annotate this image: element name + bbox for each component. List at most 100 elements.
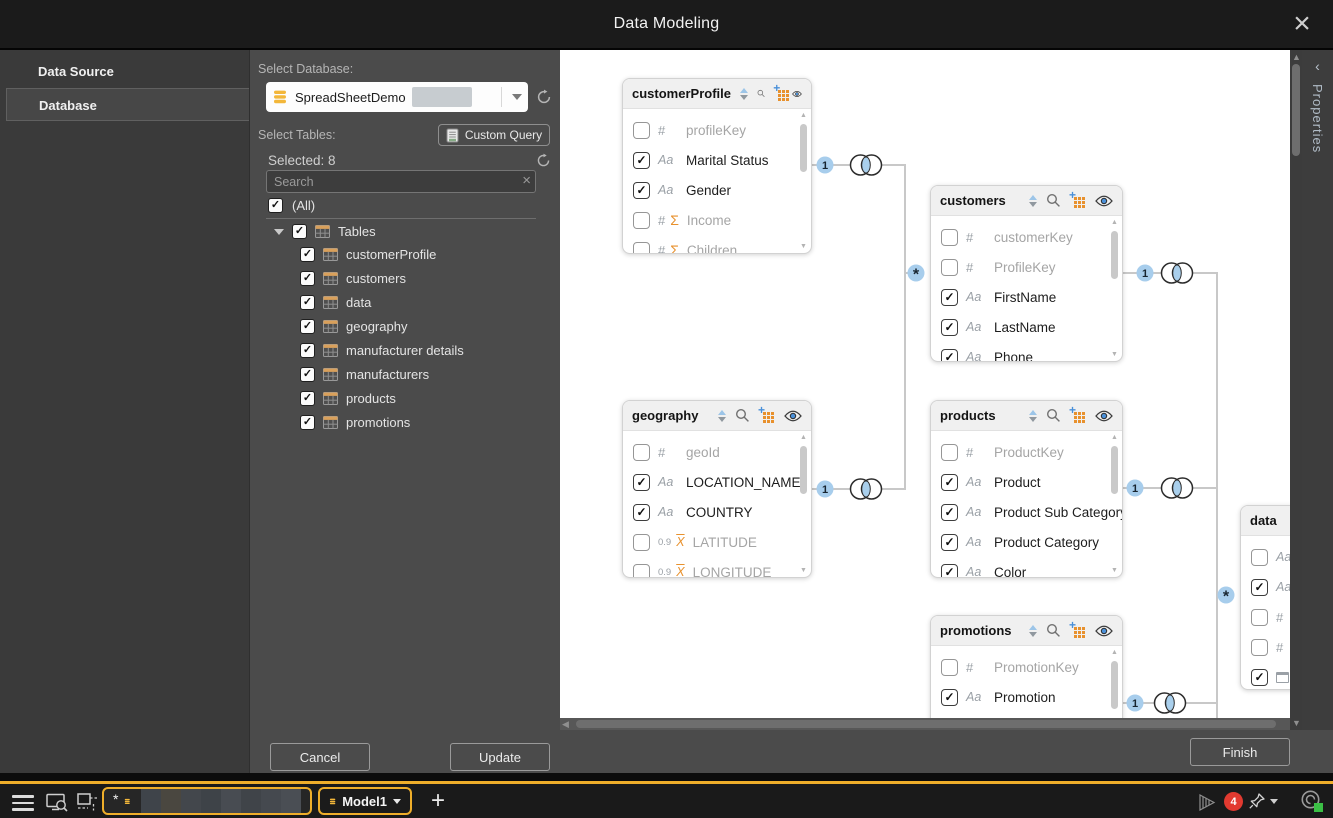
field-row[interactable]: # customerKey <box>931 222 1122 252</box>
tree-item-table[interactable]: data <box>300 290 464 314</box>
card-scrollbar[interactable]: ▲ ▼ <box>1110 434 1119 574</box>
widget-designer-icon[interactable] <box>77 793 98 812</box>
tree-item-table[interactable]: geography <box>300 314 464 338</box>
tree-item-table[interactable]: promotions <box>300 410 464 434</box>
scrollbar-thumb[interactable] <box>1111 661 1118 709</box>
collapse-expander-icon[interactable] <box>274 229 284 235</box>
search-icon[interactable] <box>1046 193 1061 208</box>
chevron-down-icon[interactable] <box>393 799 401 804</box>
field-checkbox[interactable] <box>1251 609 1268 626</box>
finish-button[interactable]: Finish <box>1190 738 1290 766</box>
select-all-row[interactable]: (All) <box>268 198 315 213</box>
field-row[interactable]: # geoId <box>623 437 811 467</box>
field-row[interactable]: Aa Promotion <box>931 682 1122 712</box>
table-card[interactable]: customerProfile + ▲ ▼ # profileKey Aa Ma… <box>622 78 812 254</box>
field-row[interactable]: 0.9X LONGITUDE <box>623 557 811 577</box>
search-icon[interactable] <box>735 408 750 423</box>
scroll-down-icon[interactable]: ▼ <box>799 243 808 250</box>
cancel-button[interactable]: Cancel <box>270 743 370 771</box>
join-icon[interactable] <box>1162 478 1193 498</box>
scroll-up-icon[interactable]: ▲ <box>799 434 808 441</box>
field-row[interactable]: Aa <box>1241 572 1290 602</box>
preview-icon[interactable] <box>46 793 69 813</box>
search-icon[interactable] <box>1046 408 1061 423</box>
refresh-database-icon[interactable] <box>536 89 552 105</box>
field-row[interactable]: # ProfileKey <box>931 252 1122 282</box>
field-checkbox[interactable] <box>633 182 650 199</box>
chevron-down-icon[interactable] <box>512 94 522 100</box>
scrollbar-thumb[interactable] <box>1111 446 1118 494</box>
field-checkbox[interactable] <box>633 212 650 229</box>
tree-item-table[interactable]: products <box>300 386 464 410</box>
connection-status-icon[interactable] <box>1300 789 1324 813</box>
preview-eye-icon[interactable] <box>1095 195 1113 207</box>
notification-badge[interactable]: 4 <box>1224 792 1243 811</box>
field-checkbox[interactable] <box>941 504 958 521</box>
sort-icon[interactable] <box>718 410 726 422</box>
field-checkbox[interactable] <box>633 122 650 139</box>
table-card-header[interactable]: customers + <box>931 186 1122 216</box>
preview-eye-icon[interactable] <box>1095 410 1113 422</box>
deploy-icon[interactable] <box>1196 793 1217 812</box>
field-row[interactable]: Aa Marital Status <box>623 145 811 175</box>
field-checkbox[interactable] <box>633 564 650 578</box>
tab-current-file[interactable]: * <box>102 787 312 815</box>
search-input[interactable] <box>266 170 536 193</box>
table-card[interactable]: promotions + ▲ ▼ # PromotionKey Aa Promo… <box>930 615 1123 718</box>
field-checkbox[interactable] <box>633 152 650 169</box>
field-checkbox[interactable] <box>633 534 650 551</box>
scroll-up-icon[interactable]: ▲ <box>1110 434 1119 441</box>
field-checkbox[interactable] <box>1251 549 1268 566</box>
table-checkbox[interactable] <box>300 319 315 334</box>
field-row[interactable]: Aa Product Category <box>931 527 1122 557</box>
scrollbar-thumb[interactable] <box>800 446 807 494</box>
add-column-icon[interactable]: + <box>1070 408 1086 423</box>
tree-item-table[interactable]: customers <box>300 266 464 290</box>
preview-eye-icon[interactable] <box>784 410 802 422</box>
field-row[interactable]: Aa <box>1241 542 1290 572</box>
join-icon[interactable] <box>851 479 882 499</box>
field-row[interactable]: # <box>1241 632 1290 662</box>
field-row[interactable]: Aa Color <box>931 557 1122 577</box>
add-column-icon[interactable]: + <box>1070 193 1086 208</box>
tree-item-table[interactable]: manufacturer details <box>300 338 464 362</box>
tree-item-table[interactable]: customerProfile <box>300 242 464 266</box>
table-card[interactable]: data + ▲ ▼ Aa Aa # # <box>1240 505 1290 690</box>
pushpin-icon[interactable] <box>1248 792 1266 810</box>
tables-root-checkbox[interactable] <box>292 224 307 239</box>
field-checkbox[interactable] <box>941 349 958 362</box>
search-icon[interactable] <box>757 86 765 101</box>
scrollbar-thumb[interactable] <box>576 720 1276 728</box>
field-row[interactable]: Aa Phone <box>931 342 1122 361</box>
field-row[interactable]: 0.9X LATITUDE <box>623 527 811 557</box>
field-checkbox[interactable] <box>1251 579 1268 596</box>
preview-eye-icon[interactable] <box>1095 625 1113 637</box>
new-tab-button[interactable]: + <box>425 786 451 816</box>
field-checkbox[interactable] <box>941 564 958 578</box>
chevron-down-icon[interactable] <box>1270 799 1278 804</box>
table-checkbox[interactable] <box>300 343 315 358</box>
sort-icon[interactable] <box>1029 625 1037 637</box>
card-scrollbar[interactable]: ▲ ▼ <box>799 112 808 250</box>
table-card-header[interactable]: promotions + <box>931 616 1122 646</box>
field-checkbox[interactable] <box>941 319 958 336</box>
field-row[interactable]: Aa FirstName <box>931 282 1122 312</box>
scroll-left-icon[interactable]: ◀ <box>562 719 569 730</box>
field-checkbox[interactable] <box>941 289 958 306</box>
field-row[interactable]: Aa Gender <box>623 175 811 205</box>
tree-item-table[interactable]: manufacturers <box>300 362 464 386</box>
tree-root-tables[interactable]: Tables <box>274 224 376 239</box>
scroll-up-icon[interactable]: ▲ <box>799 112 808 119</box>
field-row[interactable]: Aa Product <box>931 467 1122 497</box>
canvas-horizontal-scrollbar[interactable]: ◀ <box>560 718 1290 730</box>
field-checkbox[interactable] <box>941 689 958 706</box>
scrollbar-thumb[interactable] <box>1292 64 1300 156</box>
field-checkbox[interactable] <box>941 474 958 491</box>
custom-query-button[interactable]: Custom Query <box>438 124 550 146</box>
sort-icon[interactable] <box>1029 195 1037 207</box>
field-row[interactable]: # ProductKey <box>931 437 1122 467</box>
table-checkbox[interactable] <box>300 247 315 262</box>
search-icon[interactable] <box>1046 623 1061 638</box>
sidebar-item-database[interactable]: Database <box>6 88 249 121</box>
card-scrollbar[interactable]: ▲ ▼ <box>799 434 808 574</box>
